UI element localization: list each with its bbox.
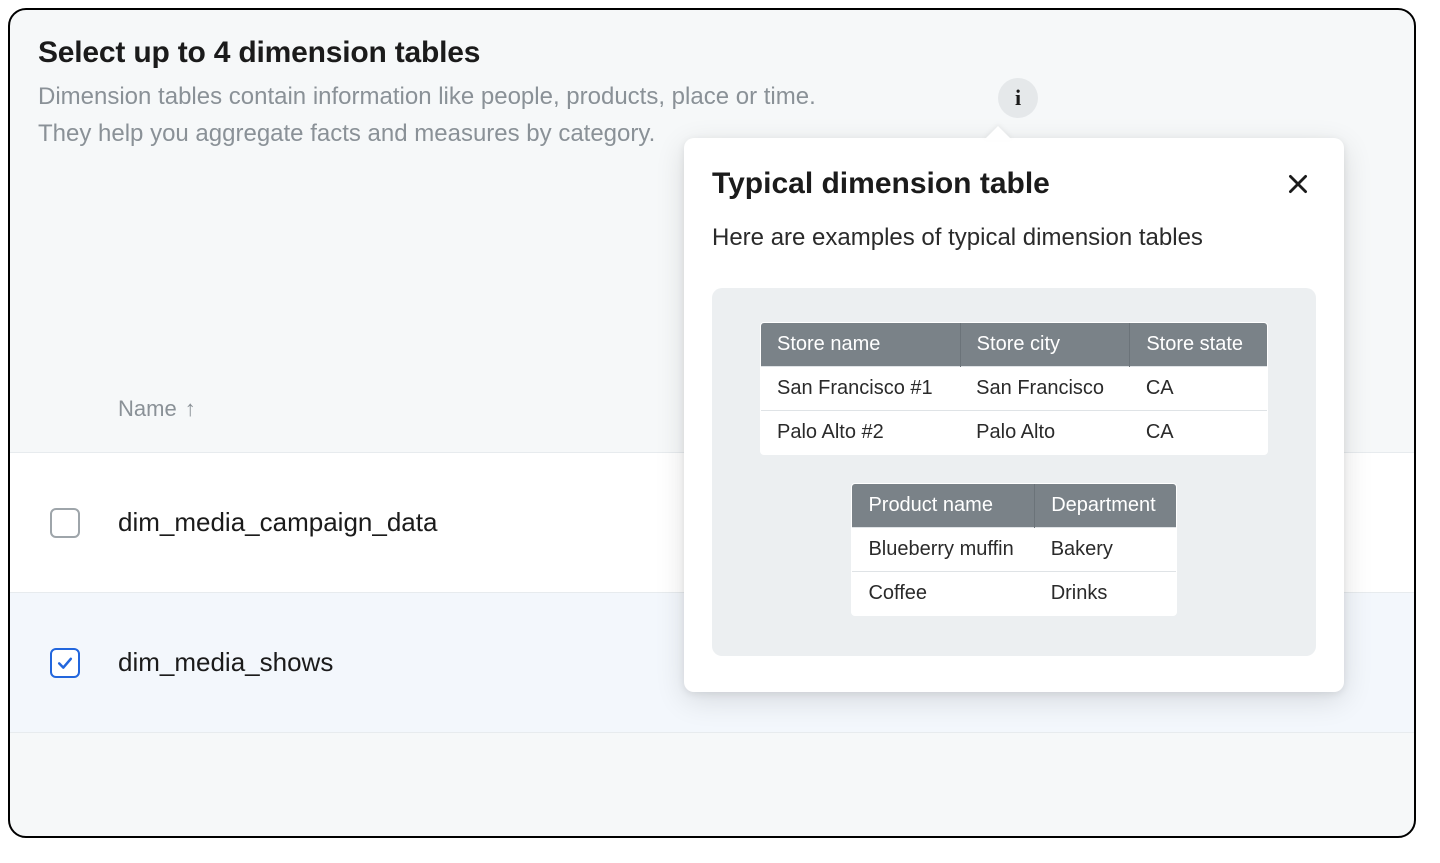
sort-ascending-icon: ↑: [185, 396, 196, 422]
example-table-products-wrap: Product name Department Blueberry muffin…: [760, 483, 1268, 616]
example-row: Blueberry muffin Bakery: [852, 528, 1176, 572]
example-cell: Blueberry muffin: [852, 528, 1035, 572]
example-cell: Bakery: [1035, 528, 1176, 572]
example-header-cell: Store city: [960, 323, 1130, 367]
popover-subtitle: Here are examples of typical dimension t…: [712, 224, 1316, 252]
column-header-label: Name: [118, 396, 177, 422]
example-row: Coffee Drinks: [852, 572, 1176, 616]
info-button[interactable]: i: [998, 78, 1038, 118]
example-table-products: Product name Department Blueberry muffin…: [851, 483, 1176, 616]
table-name-label: dim_media_shows: [118, 647, 333, 678]
example-row: San Francisco #1 San Francisco CA: [761, 367, 1268, 411]
example-header-cell: Store state: [1130, 323, 1268, 367]
subtitle-line-1: Dimension tables contain information lik…: [38, 83, 816, 110]
example-cell: Palo Alto #2: [761, 411, 961, 455]
row-checkbox[interactable]: [50, 508, 80, 538]
example-header-cell: Product name: [852, 484, 1035, 528]
page-title: Select up to 4 dimension tables: [38, 36, 1386, 70]
example-cell: Palo Alto: [960, 411, 1130, 455]
example-cell: Coffee: [852, 572, 1035, 616]
table-name-label: dim_media_campaign_data: [118, 507, 437, 538]
example-header-cell: Department: [1035, 484, 1176, 528]
panel-header: Select up to 4 dimension tables Dimensio…: [10, 10, 1414, 152]
example-cell: Drinks: [1035, 572, 1176, 616]
row-checkbox[interactable]: [50, 648, 80, 678]
column-header-name[interactable]: Name ↑: [118, 396, 196, 422]
popover-title: Typical dimension table: [712, 167, 1050, 201]
example-table-stores: Store name Store city Store state San Fr…: [760, 322, 1268, 455]
dimension-tables-panel: Select up to 4 dimension tables Dimensio…: [8, 8, 1416, 838]
close-button[interactable]: [1280, 166, 1316, 202]
dimension-table-popover: Typical dimension table Here are example…: [684, 138, 1344, 692]
subtitle-line-2: They help you aggregate facts and measur…: [38, 120, 655, 147]
example-cell: San Francisco #1: [761, 367, 961, 411]
example-cell: CA: [1130, 411, 1268, 455]
popover-examples-area: Store name Store city Store state San Fr…: [712, 288, 1316, 656]
check-icon: [55, 653, 75, 673]
example-row: Palo Alto #2 Palo Alto CA: [761, 411, 1268, 455]
info-icon: i: [1015, 85, 1021, 111]
example-cell: CA: [1130, 367, 1268, 411]
close-icon: [1285, 171, 1311, 197]
example-header-cell: Store name: [761, 323, 961, 367]
popover-header: Typical dimension table: [712, 166, 1316, 202]
example-cell: San Francisco: [960, 367, 1130, 411]
